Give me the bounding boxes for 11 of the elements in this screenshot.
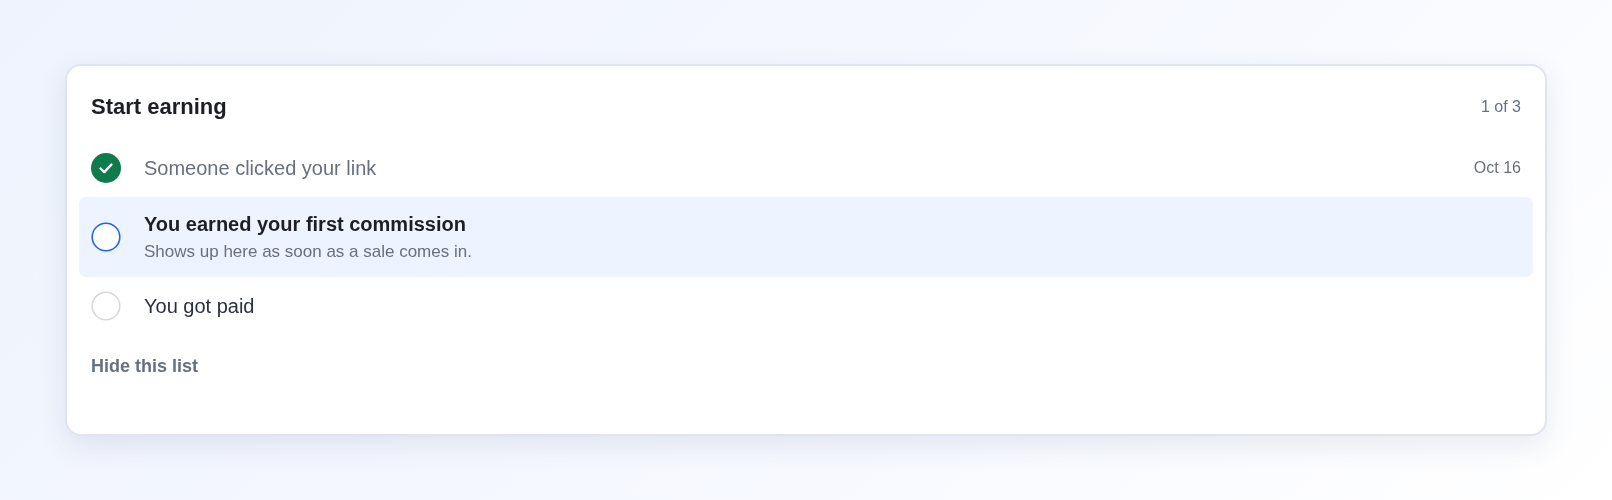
- checklist-step[interactable]: Someone clicked your link Oct 16: [79, 142, 1533, 194]
- step-title: Someone clicked your link: [144, 156, 378, 180]
- hide-list-link[interactable]: Hide this list: [91, 356, 198, 377]
- step-date: Oct 16: [1473, 159, 1521, 177]
- progress-count: 1 of 3: [1480, 98, 1521, 116]
- checklist-step[interactable]: You got paid: [79, 280, 1533, 332]
- card-title: Start earning: [91, 94, 227, 120]
- step-hint: Shows up here as soon as a sale comes in.: [144, 241, 473, 262]
- step-title: You got paid: [144, 294, 256, 318]
- checklist-step[interactable]: You earned your first commission Shows up here as soon as a sale comes in.: [79, 197, 1533, 277]
- step-title: You earned your first commission: [144, 212, 467, 236]
